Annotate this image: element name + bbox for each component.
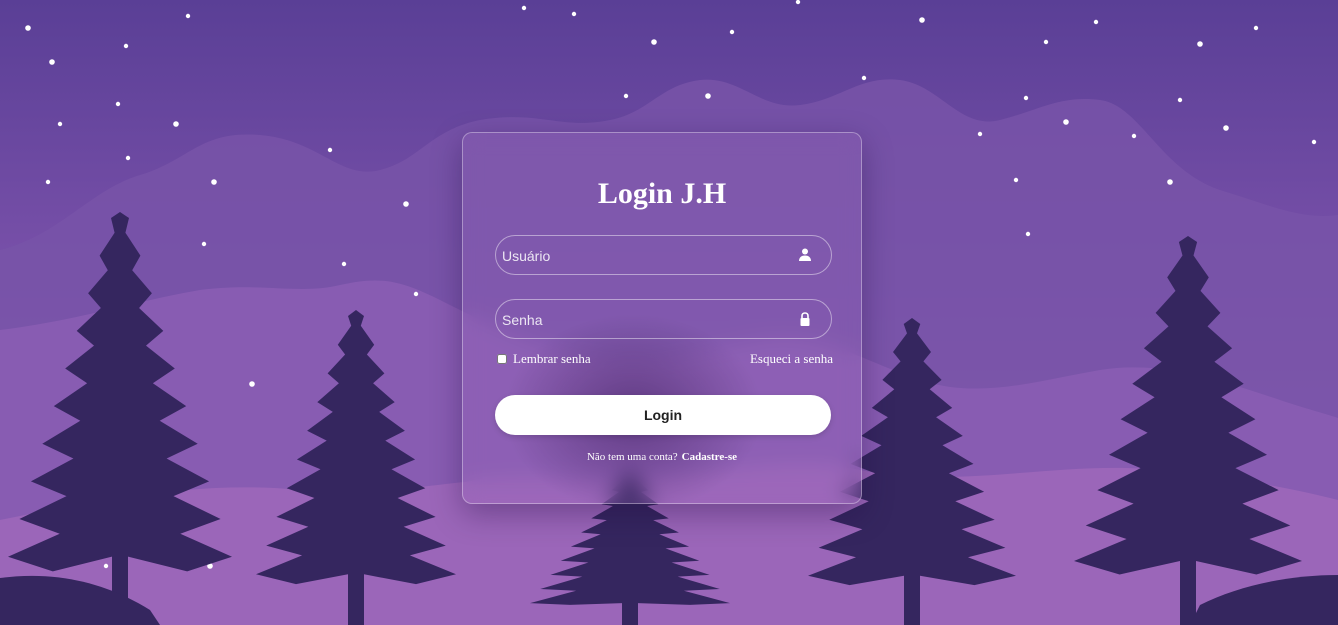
signup-link[interactable]: Cadastre-se (682, 451, 737, 463)
login-button[interactable]: Login (495, 395, 831, 435)
signup-prompt-text: Não tem uma conta? (586, 451, 678, 463)
star (413, 291, 419, 297)
remember-label: Lembrar senha (513, 351, 591, 366)
login-card: Login J.H Lembrar senha Esqueci a senha … (462, 132, 862, 504)
star (1311, 139, 1317, 145)
star (403, 201, 409, 207)
star (521, 5, 527, 11)
username-field[interactable] (495, 235, 832, 276)
star (45, 179, 51, 185)
star (729, 29, 735, 35)
password-input[interactable] (500, 300, 794, 340)
star (1023, 95, 1029, 101)
star (115, 101, 121, 107)
forgot-password-link[interactable]: Esqueci a senha (750, 351, 833, 367)
star (125, 155, 131, 161)
star (211, 179, 217, 185)
signup-prompt: Não tem uma conta? Cadastre-se (463, 451, 861, 463)
lock-icon (797, 311, 813, 327)
star (919, 17, 925, 23)
login-options: Lembrar senha Esqueci a senha (497, 351, 833, 371)
star (1197, 41, 1203, 47)
star (1253, 25, 1259, 31)
remember-me[interactable]: Lembrar senha (497, 351, 591, 367)
star (1013, 177, 1019, 183)
star (123, 43, 129, 49)
page-title: Login J.H (597, 177, 727, 210)
star (1063, 119, 1069, 125)
star (705, 93, 711, 99)
star (185, 13, 191, 19)
star (57, 121, 63, 127)
user-icon (797, 247, 813, 263)
star (1093, 19, 1099, 25)
star (651, 39, 657, 45)
star (571, 11, 577, 17)
star (103, 563, 109, 569)
username-input[interactable] (500, 236, 794, 276)
star (25, 25, 31, 31)
star (623, 93, 629, 99)
star (173, 121, 179, 127)
star (327, 147, 333, 153)
star (1177, 97, 1183, 103)
password-field[interactable] (495, 299, 832, 340)
star (861, 75, 867, 81)
star (1223, 125, 1229, 131)
star (1043, 39, 1049, 45)
star (201, 241, 207, 247)
remember-checkbox[interactable] (497, 354, 507, 364)
star (795, 0, 801, 5)
star (249, 381, 255, 387)
star (1131, 133, 1137, 139)
star (977, 131, 983, 137)
star (1025, 231, 1031, 237)
star (1167, 179, 1173, 185)
star (341, 261, 347, 267)
star (49, 59, 55, 65)
